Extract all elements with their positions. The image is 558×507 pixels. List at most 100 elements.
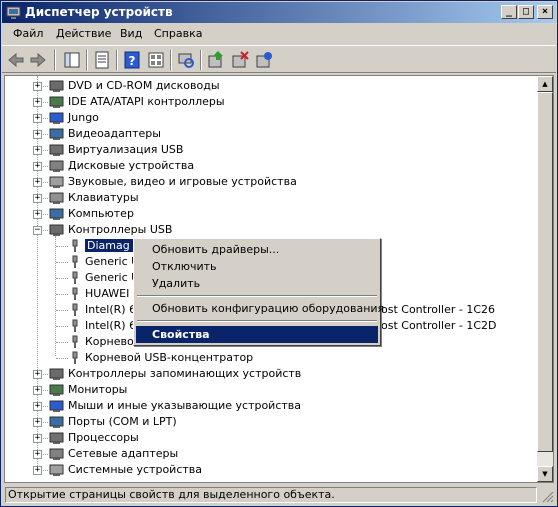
vertical-scrollbar[interactable]: ▲ ▼ [537,76,553,482]
menu-view[interactable]: Вид [120,27,142,40]
tree-category-row[interactable]: + DVD и CD-ROM дисководы [5,78,535,94]
toolbar-separator [200,50,202,70]
tree-category-row[interactable]: + Порты (COM и LPT) [5,414,535,430]
device-category-icon [49,224,64,236]
ctx-uninstall[interactable]: Удалить [136,275,378,292]
view-icon[interactable] [146,50,166,70]
update-driver-icon[interactable] [206,50,226,70]
expand-icon[interactable]: + [33,162,42,171]
expand-icon[interactable]: + [33,434,42,443]
device-category-icon [49,416,64,428]
forward-arrow-icon[interactable] [28,50,48,70]
ctx-scan-hardware[interactable]: Обновить конфигурацию оборудования [136,300,384,317]
usb-plug-icon [72,255,78,268]
device-category-icon [49,160,64,172]
expand-icon[interactable]: + [33,450,42,459]
usb-plug-icon [72,335,78,348]
expand-icon[interactable]: + [33,130,42,139]
tree-category-row[interactable]: + Процессоры [5,430,535,446]
usb-device-label: HUAWEI I [85,287,137,300]
tree-category-row[interactable]: + Сетевые адаптеры [5,446,535,462]
uninstall-device-icon[interactable] [254,50,274,70]
tree-category-label: Дисковые устройства [68,159,195,172]
expand-icon[interactable]: + [33,210,42,219]
show-hide-tree-icon[interactable] [62,50,82,70]
expand-icon[interactable]: + [33,178,42,187]
tree-category-label: Контроллеры запоминающих устройств [68,367,302,380]
tree-category-row[interactable]: + Виртуализация USB [5,142,535,158]
tree-category-row[interactable]: + IDE ATA/ATAPI контроллеры [5,94,535,110]
tree-category-row[interactable]: + Мониторы [5,382,535,398]
toolbar: ? [2,45,556,73]
expand-icon[interactable]: + [33,418,42,427]
device-category-icon [49,368,64,380]
expand-icon[interactable]: + [33,146,42,155]
tree-category-row[interactable]: + Дисковые устройства [5,158,535,174]
expand-icon[interactable]: + [33,370,42,379]
expand-icon[interactable]: + [33,402,42,411]
usb-device-label: Intel(R) 6 [85,319,137,332]
tree-category-label: Порты (COM и LPT) [68,415,177,428]
status-bar: Открытие страницы свойств для выделенног… [2,485,556,505]
tree-category-label: Мыши и иные указывающие устройства [68,399,302,412]
device-category-icon [49,192,64,204]
scroll-up-button[interactable]: ▲ [537,76,553,92]
ctx-separator [137,295,377,297]
ctx-disable[interactable]: Отключить [136,258,378,275]
collapse-icon[interactable]: − [33,226,42,235]
expand-icon[interactable]: + [33,466,42,475]
device-category-icon [49,112,64,124]
device-category-icon [49,96,64,108]
scroll-down-button[interactable]: ▼ [537,466,553,482]
svg-text:?: ? [129,54,136,68]
expand-icon[interactable]: + [33,114,42,123]
tree-category-label: DVD и CD-ROM дисководы [68,79,220,92]
ctx-update-drivers[interactable]: Обновить драйверы... [136,241,378,258]
device-category-icon [49,176,64,188]
back-arrow-icon[interactable] [6,50,26,70]
tree-category-row[interactable]: + Jungo [5,110,535,126]
device-category-icon [49,144,64,156]
status-text: Открытие страницы свойств для выделенног… [5,487,537,503]
menu-help[interactable]: Справка [154,27,202,40]
tree-category-row[interactable]: + Контроллеры запоминающих устройств [5,366,535,382]
tree-category-label: Мониторы [68,383,128,396]
menu-file[interactable]: Файл [13,27,43,40]
properties-icon[interactable] [92,50,112,70]
tree-category-row[interactable]: + Мыши и иные указывающие устройства [5,398,535,414]
window-title: Диспетчер устройств [25,5,173,19]
tree-category-row[interactable]: − Контроллеры USB [5,222,535,238]
close-button[interactable]: × [537,5,553,19]
disable-device-icon[interactable] [230,50,250,70]
ctx-properties[interactable]: Свойства [136,326,378,343]
tree-category-row[interactable]: + Системные устройства [5,462,535,478]
scan-hardware-icon[interactable] [176,50,196,70]
usb-device-label: Generic U [85,271,140,284]
tree-category-label: Клавиатуры [68,191,139,204]
ctx-separator [137,320,377,322]
scroll-thumb[interactable] [537,92,553,452]
expand-icon[interactable]: + [33,194,42,203]
expand-icon[interactable]: + [33,82,42,91]
menu-action[interactable]: Действие [56,27,111,40]
usb-device-label-suffix: ost Controller - 1C26 [381,303,496,316]
device-category-icon [49,128,64,140]
tree-category-row[interactable]: + Компьютер [5,206,535,222]
expand-icon[interactable]: + [33,386,42,395]
usb-plug-icon [72,319,78,332]
help-icon[interactable]: ? [122,50,142,70]
device-category-icon [49,432,64,444]
tree-category-row[interactable]: + Видеоадаптеры [5,126,535,142]
maximize-button[interactable]: □ [518,5,534,19]
tree-category-row[interactable]: + Клавиатуры [5,190,535,206]
resize-grip-icon[interactable] [542,491,554,503]
title-bar[interactable]: Диспетчер устройств _ □ × [2,2,556,23]
minimize-button[interactable]: _ [501,5,517,19]
tree-category-label: Виртуализация USB [68,143,184,156]
context-menu: Обновить драйверы... Отключить Удалить О… [133,238,384,346]
usb-device-row[interactable]: Корневой USB-концентратор [5,350,535,366]
tree-category-row[interactable]: + Звуковые, видео и игровые устройства [5,174,535,190]
expand-icon[interactable]: + [33,98,42,107]
device-category-icon [49,448,64,460]
usb-plug-icon [72,303,78,316]
